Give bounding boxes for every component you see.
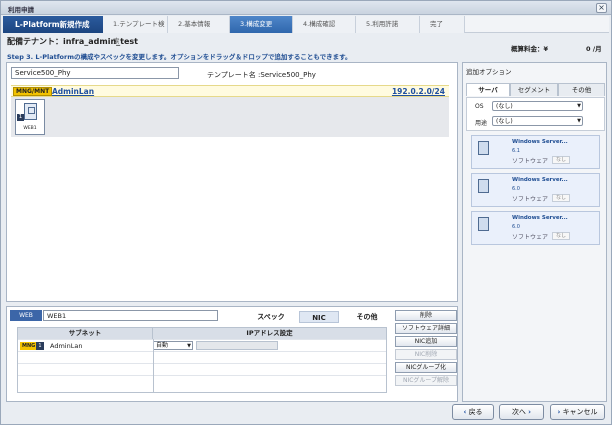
segment-bar[interactable]: MNG/MNT AdminLan 192.0.2.0/24: [11, 85, 449, 97]
wizard-title: L-Platform新規作成: [3, 16, 103, 33]
table-row: [18, 351, 386, 363]
option-card[interactable]: Windows Server... 6.1 ソフトウェア なし: [471, 135, 600, 169]
add-nic-button[interactable]: NIC追加: [395, 336, 457, 347]
window-title: 利用申請: [8, 6, 34, 14]
delete-nic-button[interactable]: NIC削除: [395, 349, 457, 360]
options-filter: OS (なし) 用途 (なし): [466, 97, 605, 131]
step-description: Step 3. L-Platformの構成やスペックを変更します。オプションをド…: [7, 53, 352, 61]
tab-spec[interactable]: スペック: [252, 311, 290, 323]
fee-value: 0 /月: [586, 45, 602, 53]
server-count-badge: 1: [17, 114, 24, 121]
segment-type-badge: MNG/MNT: [13, 87, 53, 96]
wizard-step-4: 4.構成確認: [293, 16, 356, 33]
fee-label: 概算料金：¥: [511, 45, 549, 53]
wizard-step-3: 3.構成変更: [230, 16, 293, 33]
option-badge: なし: [552, 232, 571, 240]
server-icon: [24, 103, 37, 120]
server-role-tag: WEB: [10, 310, 42, 321]
cancel-button[interactable]: › キャンセル: [550, 404, 605, 420]
tab-other[interactable]: その他: [558, 83, 605, 96]
server-name-input[interactable]: WEB1: [43, 310, 218, 321]
segment-name-link[interactable]: AdminLan: [52, 87, 94, 96]
option-version: 6.0: [512, 186, 520, 192]
server-image-icon: [478, 217, 489, 231]
title-bar: 利用申請 ×: [1, 1, 611, 15]
column-header-ip: IPアドレス設定: [153, 328, 386, 339]
option-badge: なし: [552, 156, 571, 164]
option-name: Windows Server...: [512, 215, 568, 221]
option-type: ソフトウェア: [512, 196, 549, 203]
additional-options-panel: 追加オプション サーバ セグメント その他 OS (なし) 用途 (なし) Wi…: [462, 62, 607, 402]
option-type: ソフトウェア: [512, 158, 549, 165]
nic-subnet: AdminLan: [50, 342, 83, 350]
option-card[interactable]: Windows Server... 6.0 ソフトウェア なし: [471, 173, 600, 207]
template-name: テンプレート名 :Service500_Phy: [207, 71, 316, 79]
wizard-step-2: 2.基本情報: [168, 16, 230, 33]
server-detail-panel: WEB WEB1 スペック NIC その他 サブネット IPアドレス設定 MNG…: [6, 306, 458, 402]
server-node[interactable]: 1 WEB1: [15, 99, 45, 135]
os-filter-select[interactable]: (なし): [492, 101, 583, 111]
close-button[interactable]: ×: [596, 3, 607, 13]
table-row: [18, 363, 386, 375]
server-image-icon: [478, 141, 489, 155]
column-header-subnet: サブネット: [18, 328, 153, 339]
chevron-right-icon: ›: [557, 408, 561, 416]
server-area: 1 WEB1: [11, 97, 449, 137]
option-name: Windows Server...: [512, 177, 568, 183]
chevron-left-icon: ‹: [463, 408, 467, 416]
ip-mode-select[interactable]: 自動: [153, 341, 193, 350]
tenant-label: 配備テナント：infra_admin_test: [7, 37, 138, 46]
option-badge: なし: [552, 194, 571, 202]
options-title: 追加オプション: [466, 68, 512, 76]
wizard-steps: L-Platform新規作成 1.テンプレート検索 2.基本情報 3.構成変更 …: [3, 16, 609, 45]
server-node-label: WEB1: [23, 126, 37, 131]
option-version: 6.0: [512, 224, 520, 230]
delete-button[interactable]: 削除: [395, 310, 457, 321]
os-filter-label: OS: [475, 103, 484, 110]
software-detail-button[interactable]: ソフトウェア詳細: [395, 323, 457, 334]
nic-number: 1: [36, 342, 44, 350]
cancel-button-label: キャンセル: [562, 408, 598, 416]
configuration-canvas: Service500_Phy テンプレート名 :Service500_Phy M…: [6, 62, 458, 302]
back-button[interactable]: ‹ 戻る: [452, 404, 494, 420]
next-button[interactable]: 次へ ›: [499, 404, 544, 420]
wizard-step-5: 5.利用許諾: [356, 16, 420, 33]
dialog-window: 利用申請 × L-Platform新規作成 1.テンプレート検索 2.基本情報 …: [0, 0, 612, 425]
purpose-filter-select[interactable]: (なし): [492, 116, 583, 126]
purpose-filter-label: 用途: [475, 120, 488, 127]
column-divider: [153, 339, 154, 393]
option-version: 6.1: [512, 148, 520, 154]
lplatform-name-input[interactable]: Service500_Phy: [11, 67, 179, 79]
tab-server[interactable]: サーバ: [466, 83, 510, 96]
ungroup-nic-button[interactable]: NICグループ解除: [395, 375, 457, 386]
option-type: ソフトウェア: [512, 234, 549, 241]
table-row: [18, 375, 386, 387]
ip-address-input[interactable]: [196, 341, 278, 350]
next-button-label: 次へ: [511, 408, 526, 416]
wizard-step-1: 1.テンプレート検索: [103, 16, 168, 45]
tab-detail-other[interactable]: その他: [347, 311, 387, 323]
tab-nic[interactable]: NIC: [299, 311, 339, 323]
wizard-step-6: 完了: [420, 16, 465, 33]
tab-segment[interactable]: セグメント: [510, 83, 558, 96]
option-name: Windows Server...: [512, 139, 568, 145]
chevron-right-icon: ›: [528, 408, 532, 416]
nic-type-badge: MNG: [20, 342, 38, 350]
option-card[interactable]: Windows Server... 6.0 ソフトウェア なし: [471, 211, 600, 245]
server-image-icon: [478, 179, 489, 193]
group-nic-button[interactable]: NICグループ化: [395, 362, 457, 373]
back-button-label: 戻る: [468, 408, 483, 416]
table-row[interactable]: MNG 1 AdminLan 自動: [18, 339, 386, 351]
segment-subnet-link[interactable]: 192.0.2.0/24: [392, 87, 445, 96]
nic-table: サブネット IPアドレス設定 MNG 1 AdminLan 自動: [17, 327, 387, 393]
